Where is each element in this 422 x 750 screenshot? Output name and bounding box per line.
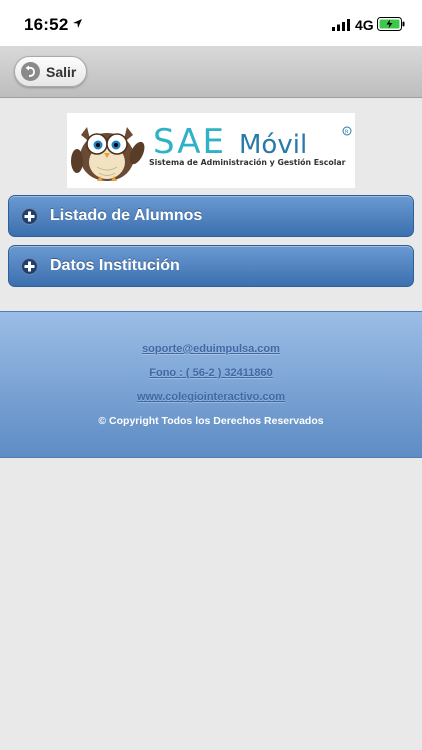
menu-item-listado-alumnos[interactable]: Listado de Alumnos bbox=[8, 195, 414, 237]
svg-text:Móvil: Móvil bbox=[239, 130, 307, 160]
menu-item-label: Datos Institución bbox=[50, 257, 180, 274]
svg-text:R: R bbox=[345, 130, 349, 136]
plus-icon bbox=[21, 257, 38, 275]
battery-icon bbox=[377, 17, 405, 31]
support-email-link[interactable]: soporte@eduimpulsa.com bbox=[142, 343, 280, 355]
back-arrow-icon bbox=[21, 62, 40, 81]
exit-button[interactable]: Salir bbox=[14, 56, 88, 87]
plus-icon bbox=[21, 207, 38, 225]
status-time: 16:52 bbox=[24, 15, 69, 34]
exit-button-label: Salir bbox=[46, 63, 77, 80]
website-link[interactable]: www.colegiointeractivo.com bbox=[137, 391, 285, 403]
network-type: 4G bbox=[355, 17, 374, 33]
svg-text:Sistema de Administración y Ge: Sistema de Administración y Gestión Esco… bbox=[149, 158, 346, 167]
menu-item-label: Listado de Alumnos bbox=[50, 207, 203, 224]
header-bar: Salir bbox=[0, 46, 422, 98]
logo-wordmark: SAE Móvil R Sistema de Administración y … bbox=[149, 122, 352, 167]
sae-movil-logo: SAE Móvil R Sistema de Administración y … bbox=[67, 113, 355, 188]
phone-link[interactable]: Fono : ( 56-2 ) 32411860 bbox=[149, 367, 273, 379]
menu-item-datos-institucion[interactable]: Datos Institución bbox=[8, 245, 414, 287]
svg-text:SAE: SAE bbox=[153, 122, 226, 162]
footer: soporte@eduimpulsa.com Fono : ( 56-2 ) 3… bbox=[0, 311, 422, 458]
location-arrow-icon bbox=[73, 19, 82, 28]
owl-icon bbox=[71, 127, 145, 181]
logo-image: SAE Móvil R Sistema de Administración y … bbox=[71, 122, 352, 181]
copyright-text: © Copyright Todos los Derechos Reservado… bbox=[98, 415, 324, 427]
status-bar: 16:52 4G bbox=[0, 0, 422, 46]
signal-icon bbox=[332, 19, 350, 31]
